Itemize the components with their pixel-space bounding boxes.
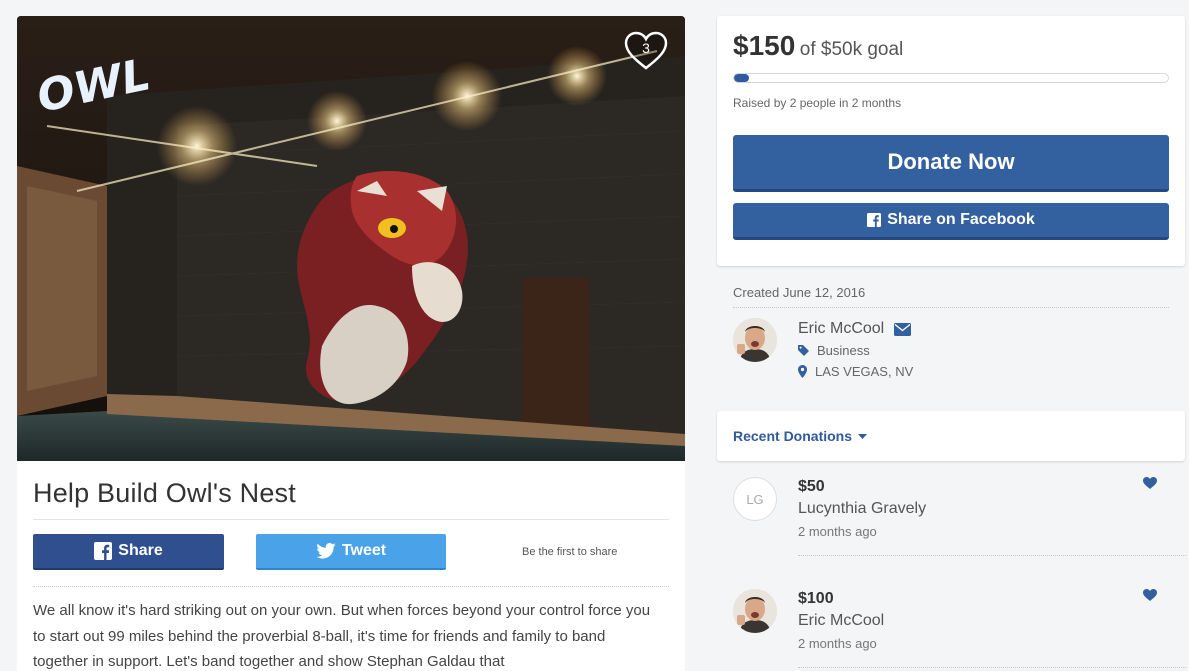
location-label: LAS VEGAS, NV xyxy=(815,364,914,379)
share-label: Share xyxy=(118,542,163,559)
raised-by-text: Raised by 2 people in 2 months xyxy=(733,96,902,110)
campaign-story: We all know it's hard striking out on yo… xyxy=(33,602,651,670)
favorite-button[interactable]: 3 xyxy=(623,28,669,74)
divider xyxy=(733,307,1169,308)
organizer-name[interactable]: Eric McCool xyxy=(798,320,884,338)
recent-donations-header[interactable]: Recent Donations xyxy=(717,411,1185,461)
heart-icon[interactable] xyxy=(1143,589,1157,601)
envelope-icon[interactable] xyxy=(894,322,912,336)
progress-fill xyxy=(734,74,750,82)
donor-initials-avatar: LG xyxy=(733,477,777,521)
facebook-share-button[interactable]: Share xyxy=(33,534,224,570)
category-label[interactable]: Business xyxy=(817,343,870,358)
organizer-name-row: Eric McCool xyxy=(798,320,912,338)
campaign-photo: OWL 3 xyxy=(17,16,685,461)
donation-time: 2 months ago xyxy=(798,524,877,539)
organizer-category: Business xyxy=(798,343,870,358)
tag-icon xyxy=(798,345,809,356)
donation-time: 2 months ago xyxy=(798,636,877,651)
divider xyxy=(798,667,1186,668)
goal-progress-bar xyxy=(733,73,1169,83)
donor-name: Eric McCool xyxy=(798,612,885,629)
campaign-title: Help Build Owl's Nest xyxy=(33,478,296,508)
favorite-count: 3 xyxy=(642,40,650,56)
organizer-location: LAS VEGAS, NV xyxy=(798,364,913,379)
share-count-text: Be the first to share xyxy=(522,546,618,558)
heart-icon[interactable] xyxy=(1143,477,1157,489)
donation-summary-card: $150 of $50k goal Raised by 2 people in … xyxy=(717,16,1185,266)
tweet-button[interactable]: Tweet xyxy=(256,534,446,570)
divider xyxy=(33,519,669,520)
map-pin-icon xyxy=(798,365,807,378)
donate-now-button[interactable]: Donate Now xyxy=(733,135,1169,192)
donation-item: LG $50 Lucynthia Gravely 2 months ago xyxy=(717,473,1186,563)
share-on-facebook-button[interactable]: Share on Facebook xyxy=(733,203,1169,240)
facebook-icon xyxy=(867,213,882,227)
divider xyxy=(798,555,1186,556)
share-on-facebook-label: Share on Facebook xyxy=(887,211,1035,228)
tweet-label: Tweet xyxy=(341,542,387,559)
owl-mural-illustration: OWL xyxy=(17,16,685,461)
caret-down-icon xyxy=(858,433,868,439)
raised-amount: $150 xyxy=(733,30,796,61)
donation-amount: $50 xyxy=(798,478,825,495)
recent-donations-title: Recent Donations xyxy=(733,428,853,444)
organizer-avatar[interactable] xyxy=(733,318,777,362)
donor-avatar xyxy=(733,589,777,633)
recent-donations-toggle[interactable]: Recent Donations xyxy=(733,428,868,444)
person-photo xyxy=(733,318,777,362)
facebook-icon xyxy=(94,542,113,560)
donation-item: $100 Eric McCool 2 months ago xyxy=(717,585,1186,671)
goal-text: of $50k goal xyxy=(799,39,904,60)
donation-amount: $100 xyxy=(798,590,834,607)
donor-name: Lucynthia Gravely xyxy=(798,500,927,517)
created-date: Created June 12, 2016 xyxy=(733,285,866,300)
divider xyxy=(33,586,669,587)
person-photo xyxy=(733,589,777,633)
twitter-bird-icon xyxy=(316,543,336,559)
campaign-details: Help Build Owl's Nest Share Tweet Be the… xyxy=(17,461,685,671)
amount-raised: $150 of $50k goal xyxy=(733,30,903,62)
